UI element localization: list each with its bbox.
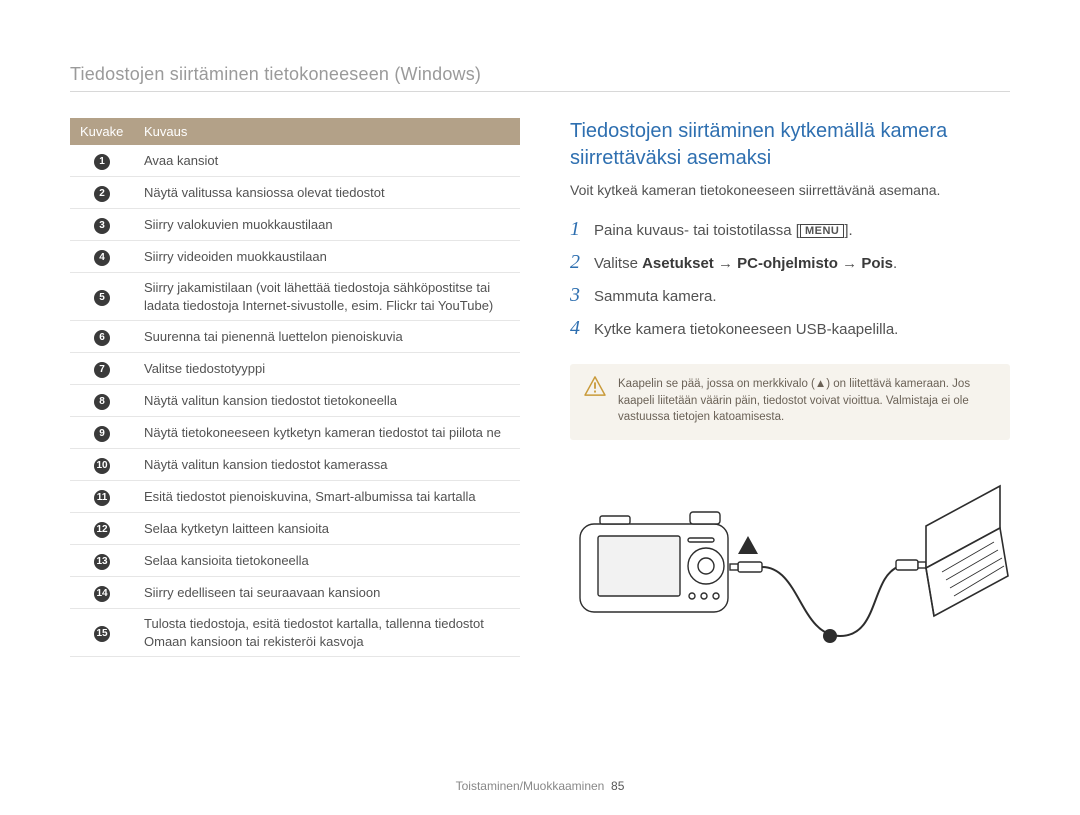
table-row: 8 Näytä valitun kansion tiedostot tietoko…: [70, 385, 520, 417]
step-list: 1 Paina kuvaus- tai toistotilassa [MENU]…: [570, 218, 1010, 340]
step-text: Kytke kamera tietokoneeseen USB-kaapelil…: [594, 321, 898, 338]
table-row: 10 Näytä valitun kansion tiedostot kamera…: [70, 449, 520, 481]
table-row: 5 Siirry jakamistilaan (voit lähettää tie…: [70, 273, 520, 321]
step-number: 2: [570, 251, 584, 274]
table-row: 9 Näytä tietokoneeseen kytketyn kameran t…: [70, 417, 520, 449]
row-desc: Avaa kansiot: [134, 145, 520, 177]
th-desc: Kuvaus: [134, 118, 520, 145]
table-row: 3 Siirry valokuvien muokkaustilaan: [70, 209, 520, 241]
row-number-icon: 6: [94, 330, 110, 346]
row-number-icon: 4: [94, 250, 110, 266]
row-number-icon: 11: [94, 490, 110, 506]
table-row: 1 Avaa kansiot: [70, 145, 520, 177]
row-number-icon: 3: [94, 218, 110, 234]
row-number-icon: 12: [94, 522, 110, 538]
step-number: 3: [570, 284, 584, 307]
icon-description-table: Kuvake Kuvaus 1 Avaa kansiot 2 Näytä valit…: [70, 118, 520, 657]
warning-text: Kaapelin se pää, jossa on merkkivalo (▲)…: [618, 376, 994, 426]
th-icon: Kuvake: [70, 118, 134, 145]
step-text-part: ].: [844, 222, 852, 239]
connection-illustration: [570, 476, 1010, 666]
step-text-part: Paina kuvaus- tai toistotilassa [: [594, 222, 800, 239]
section-intro: Voit kytkeä kameran tietokoneeseen siirr…: [570, 182, 1010, 198]
arrow-down-icon: [738, 536, 758, 554]
step-text: Sammuta kamera.: [594, 288, 717, 305]
footer-page-number: 85: [611, 779, 624, 793]
row-number-icon: 10: [94, 458, 110, 474]
table-row: 12 Selaa kytketyn laitteen kansioita: [70, 513, 520, 545]
page-footer: Toistaminen/Muokkaaminen 85: [0, 779, 1080, 793]
row-number-icon: 14: [94, 586, 110, 602]
row-number-icon: 13: [94, 554, 110, 570]
row-desc: Siirry valokuvien muokkaustilaan: [134, 209, 520, 241]
page-title: Tiedostojen siirtäminen tietokoneeseen (…: [70, 64, 1010, 92]
warning-icon: [584, 376, 606, 396]
left-column: Kuvake Kuvaus 1 Avaa kansiot 2 Näytä valit…: [70, 118, 520, 666]
table-row: 7 Valitse tiedostotyyppi: [70, 353, 520, 385]
row-number-icon: 5: [94, 290, 110, 306]
step-text: Paina kuvaus- tai toistotilassa [MENU].: [594, 222, 853, 239]
row-desc: Tulosta tiedostoja, esitä tiedostot kart…: [134, 609, 520, 657]
row-number-icon: 15: [94, 626, 110, 642]
row-number-icon: 9: [94, 426, 110, 442]
table-row: 15 Tulosta tiedostoja, esitä tiedostot ka…: [70, 609, 520, 657]
row-number-icon: 8: [94, 394, 110, 410]
row-desc: Esitä tiedostot pienoiskuvina, Smart-alb…: [134, 481, 520, 513]
table-row: 13 Selaa kansioita tietokoneella: [70, 545, 520, 577]
row-desc: Siirry edelliseen tai seuraavaan kansioo…: [134, 577, 520, 609]
row-desc: Selaa kansioita tietokoneella: [134, 545, 520, 577]
row-desc: Näytä valitun kansion tiedostot tietokon…: [134, 385, 520, 417]
step-item: 2 Valitse Asetukset → PC-ohjelmisto → Po…: [570, 251, 1010, 274]
step-item: 4 Kytke kamera tietokoneeseen USB-kaapel…: [570, 317, 1010, 340]
row-number-icon: 2: [94, 186, 110, 202]
step-item: 3 Sammuta kamera.: [570, 284, 1010, 307]
section-heading: Tiedostojen siirtäminen kytkemällä kamer…: [570, 118, 1010, 172]
table-row: 4 Siirry videoiden muokkaustilaan: [70, 241, 520, 273]
table-row: 6 Suurenna tai pienennä luettelon pienois…: [70, 321, 520, 353]
step-text: Valitse Asetukset → PC-ohjelmisto → Pois…: [594, 255, 897, 272]
right-column: Tiedostojen siirtäminen kytkemällä kamer…: [570, 118, 1010, 666]
row-desc: Näytä valitun kansion tiedostot kamerass…: [134, 449, 520, 481]
row-desc: Siirry jakamistilaan (voit lähettää tied…: [134, 273, 520, 321]
step-text-part: Valitse: [594, 255, 642, 272]
footer-section: Toistaminen/Muokkaaminen: [456, 779, 605, 793]
table-row: 2 Näytä valitussa kansiossa olevat tiedos…: [70, 177, 520, 209]
row-desc: Suurenna tai pienennä luettelon pienoisk…: [134, 321, 520, 353]
menu-label-box: MENU: [800, 224, 844, 238]
row-desc: Siirry videoiden muokkaustilaan: [134, 241, 520, 273]
step-number: 4: [570, 317, 584, 340]
warning-box: Kaapelin se pää, jossa on merkkivalo (▲)…: [570, 364, 1010, 440]
row-desc: Valitse tiedostotyyppi: [134, 353, 520, 385]
row-desc: Näytä tietokoneeseen kytketyn kameran ti…: [134, 417, 520, 449]
row-number-icon: 7: [94, 362, 110, 378]
table-row: 14 Siirry edelliseen tai seuraavaan kansi…: [70, 577, 520, 609]
step-bold: PC-ohjelmisto: [737, 255, 838, 272]
table-row: 11 Esitä tiedostot pienoiskuvina, Smart-a…: [70, 481, 520, 513]
row-desc: Selaa kytketyn laitteen kansioita: [134, 513, 520, 545]
row-number-icon: 1: [94, 154, 110, 170]
row-desc: Näytä valitussa kansiossa olevat tiedost…: [134, 177, 520, 209]
step-item: 1 Paina kuvaus- tai toistotilassa [MENU]…: [570, 218, 1010, 241]
step-bold: Asetukset: [642, 255, 714, 272]
step-number: 1: [570, 218, 584, 241]
step-bold: Pois: [861, 255, 893, 272]
